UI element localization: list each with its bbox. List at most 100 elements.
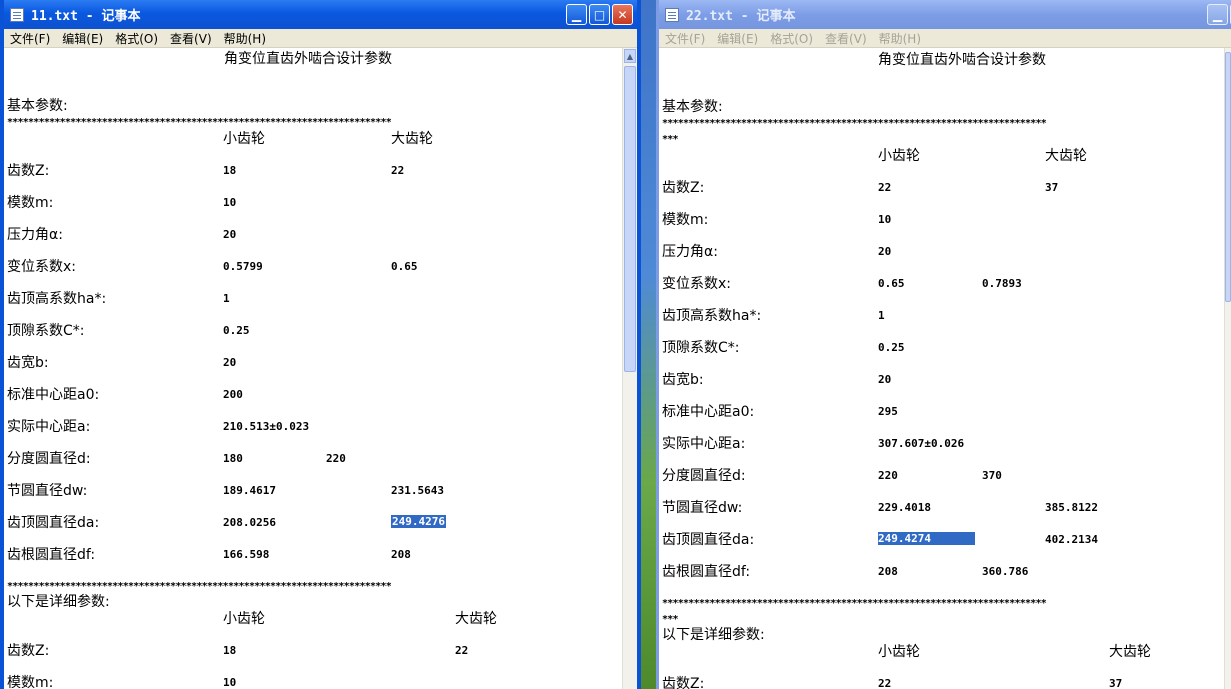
menu-bar: 文件(F) 编辑(E) 格式(O) 查看(V) 帮助(H) (659, 29, 1231, 48)
row-value-large: 22 (391, 164, 405, 177)
row-value-small: 208.0256 (223, 516, 276, 529)
section-detail-heading: 以下是详细参数: (662, 627, 765, 643)
row-value-large: 360.786 (982, 565, 1029, 578)
row-value-small: 0.25 (878, 341, 905, 354)
row-value-small: 229.4018 (878, 501, 931, 514)
row-label: 标准中心距a0: (7, 387, 100, 403)
scroll-up-button[interactable]: ▲ (624, 49, 636, 63)
notepad-icon[interactable] (10, 7, 24, 22)
minimize-button[interactable]: ▁ (1207, 4, 1228, 25)
row-label: 齿顶圆直径da: (662, 532, 755, 548)
detail-col-header-large-gear: 大齿轮 (455, 611, 497, 627)
row-label: 模数m: (7, 195, 54, 211)
selected-text[interactable]: 249.4276 (391, 515, 446, 528)
menu-format[interactable]: 格式(O) (109, 30, 164, 47)
section-detail-heading: 以下是详细参数: (7, 594, 110, 610)
detail-row-label: 模数m: (7, 675, 54, 689)
row-label: 标准中心距a0: (662, 404, 755, 420)
minimize-icon: ▁ (1212, 7, 1223, 22)
row-value-small: 20 (878, 373, 892, 386)
col-header-large-gear: 大齿轮 (1045, 148, 1087, 164)
scroll-thumb[interactable] (1225, 52, 1231, 302)
menu-edit[interactable]: 编辑(E) (711, 30, 764, 47)
detail-col-header-small-gear: 小齿轮 (223, 611, 265, 627)
row-value-small: 20 (878, 245, 892, 258)
row-value-large: 208 (391, 548, 411, 561)
detail-col-header-large-gear: 大齿轮 (1109, 644, 1151, 660)
row-label: 分度圆直径d: (662, 468, 746, 484)
menu-edit[interactable]: 编辑(E) (56, 30, 109, 47)
row-value-small: 1 (878, 309, 885, 322)
document-title: 角变位直齿外啮合设计参数 (878, 52, 1046, 68)
row-value-small: 307.607±0.026 (878, 437, 965, 450)
detail-row-value-large: 22 (455, 644, 469, 657)
col-header-small-gear: 小齿轮 (223, 131, 265, 147)
notepad-icon[interactable] (665, 7, 679, 22)
vertical-scrollbar[interactable]: ▲ (622, 48, 637, 689)
row-label: 齿顶高系数ha*: (7, 291, 107, 307)
separator-line: ****************************************… (7, 581, 392, 592)
menu-help[interactable]: 帮助(H) (218, 30, 272, 47)
section-basic-heading: 基本参数: (7, 98, 68, 114)
row-value-small: 22 (878, 181, 892, 194)
row-value-small: 0.25 (223, 324, 250, 337)
row-label: 齿数Z: (662, 180, 705, 196)
chevron-up-icon: ▲ (626, 51, 634, 61)
row-value-small: 20 (223, 356, 237, 369)
minimize-icon: ▁ (571, 7, 582, 22)
row-value-large: 0.7893 (982, 277, 1022, 290)
detail-row-value-small: 10 (223, 676, 237, 689)
separator-line: ****************************************… (7, 117, 392, 128)
row-label: 顶隙系数C*: (7, 323, 85, 339)
menu-file[interactable]: 文件(F) (659, 30, 711, 47)
row-label: 实际中心距a: (662, 436, 746, 452)
row-label: 齿宽b: (662, 372, 704, 388)
menu-view[interactable]: 查看(V) (164, 30, 218, 47)
notepad-window-11[interactable]: 11.txt - 记事本 ▁ □ ✕ 文件(F) 编辑(E) 格式(O) 查看(… (0, 0, 641, 689)
text-area[interactable]: 角变位直齿外啮合设计参数 基本参数: *********************… (4, 48, 623, 689)
row-value-small: 200 (223, 388, 243, 401)
row-value-large: 231.5643 (391, 484, 444, 497)
row-label: 顶隙系数C*: (662, 340, 740, 356)
close-icon: ✕ (617, 7, 628, 22)
row-label: 分度圆直径d: (7, 451, 91, 467)
row-value-small: 189.4617 (223, 484, 276, 497)
close-button[interactable]: ✕ (612, 4, 633, 25)
row-label: 节圆直径dw: (7, 483, 88, 499)
row-value-small: 0.65 (878, 277, 905, 290)
scroll-thumb[interactable] (624, 66, 636, 372)
row-label: 变位系数x: (662, 276, 732, 292)
row-value-small: 20 (223, 228, 237, 241)
window-title: 11.txt - 记事本 (31, 9, 141, 24)
row-label: 齿宽b: (7, 355, 49, 371)
text-area[interactable]: 角变位直齿外啮合设计参数 基本参数: *********************… (659, 48, 1225, 689)
selected-text[interactable]: 249.4274 (878, 532, 975, 545)
menu-view[interactable]: 查看(V) (819, 30, 873, 47)
maximize-button[interactable]: □ (589, 4, 610, 25)
minimize-button[interactable]: ▁ (566, 4, 587, 25)
row-value-small: 180 (223, 452, 243, 465)
notepad-window-22[interactable]: 22.txt - 记事本 ▁ □ 文件(F) 编辑(E) 格式(O) 查看(V)… (656, 0, 1231, 689)
title-bar[interactable]: 22.txt - 记事本 ▁ □ (659, 0, 1231, 29)
title-bar[interactable]: 11.txt - 记事本 ▁ □ ✕ (4, 0, 637, 29)
row-value-small: 166.598 (223, 548, 270, 561)
row-value-small: 210.513±0.023 (223, 420, 310, 433)
row-label: 变位系数x: (7, 259, 77, 275)
detail-col-header-small-gear: 小齿轮 (878, 644, 920, 660)
col-header-small-gear: 小齿轮 (878, 148, 920, 164)
row-label: 压力角α: (662, 244, 718, 260)
document-title: 角变位直齿外啮合设计参数 (224, 51, 392, 67)
row-value-large: 37 (1045, 181, 1059, 194)
menu-format[interactable]: 格式(O) (764, 30, 819, 47)
vertical-scrollbar[interactable] (1224, 48, 1231, 689)
menu-help[interactable]: 帮助(H) (873, 30, 927, 47)
detail-row-label: 齿数Z: (662, 676, 705, 689)
row-value-small: 10 (878, 213, 892, 226)
row-label: 节圆直径dw: (662, 500, 743, 516)
detail-row-value-small: 18 (223, 644, 237, 657)
row-value-large: 220 (326, 452, 346, 465)
row-label: 实际中心距a: (7, 419, 91, 435)
row-label: 模数m: (662, 212, 709, 228)
menu-file[interactable]: 文件(F) (4, 30, 56, 47)
separator-line: ****************************************… (662, 118, 1047, 129)
